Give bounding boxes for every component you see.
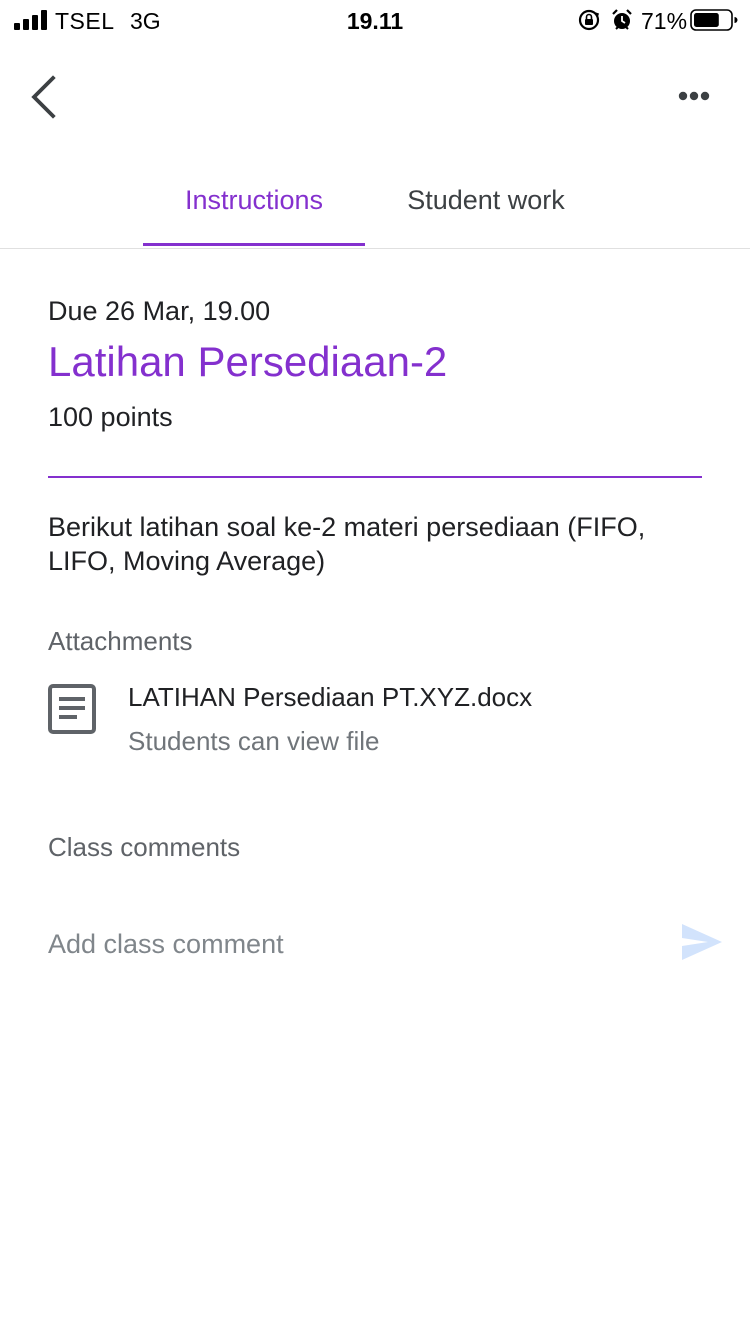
send-comment-button[interactable] [680, 922, 724, 962]
battery-icon [690, 9, 738, 31]
more-horizontal-icon [678, 91, 710, 101]
chevron-left-icon [31, 75, 56, 119]
divider [48, 476, 702, 478]
status-bar: TSEL 3G 19.11 71% [0, 0, 750, 40]
assignment-description: Berikut latihan soal ke-2 materi persedi… [48, 512, 646, 576]
tab-instructions[interactable]: Instructions [143, 168, 365, 246]
document-icon [48, 684, 96, 734]
rotation-lock-icon [578, 9, 600, 31]
send-icon [682, 924, 722, 960]
more-options-button[interactable] [668, 78, 720, 114]
class-comments-heading: Class comments [48, 832, 241, 862]
tab-student-work[interactable]: Student work [376, 168, 596, 246]
attachment-file-name: LATIHAN Persediaan PT.XYZ.docx [128, 682, 533, 712]
alarm-icon [612, 9, 632, 30]
due-date: Due 26 Mar, 19.00 [48, 296, 271, 326]
app-bar [0, 60, 750, 140]
back-button[interactable] [20, 72, 70, 122]
status-time: 19.11 [346, 8, 404, 34]
attachments-heading: Attachments [48, 626, 193, 656]
assignment-title: Latihan Persediaan-2 [48, 338, 448, 385]
attachment-item[interactable]: LATIHAN Persediaan PT.XYZ.docx Students … [48, 680, 708, 770]
tab-bar: Instructions Student work [0, 168, 750, 249]
class-comment-input[interactable] [48, 920, 648, 968]
battery-percent: 71% [641, 8, 688, 34]
assignment-points: 100 points [48, 402, 173, 432]
attachment-permission: Students can view file [128, 726, 380, 756]
